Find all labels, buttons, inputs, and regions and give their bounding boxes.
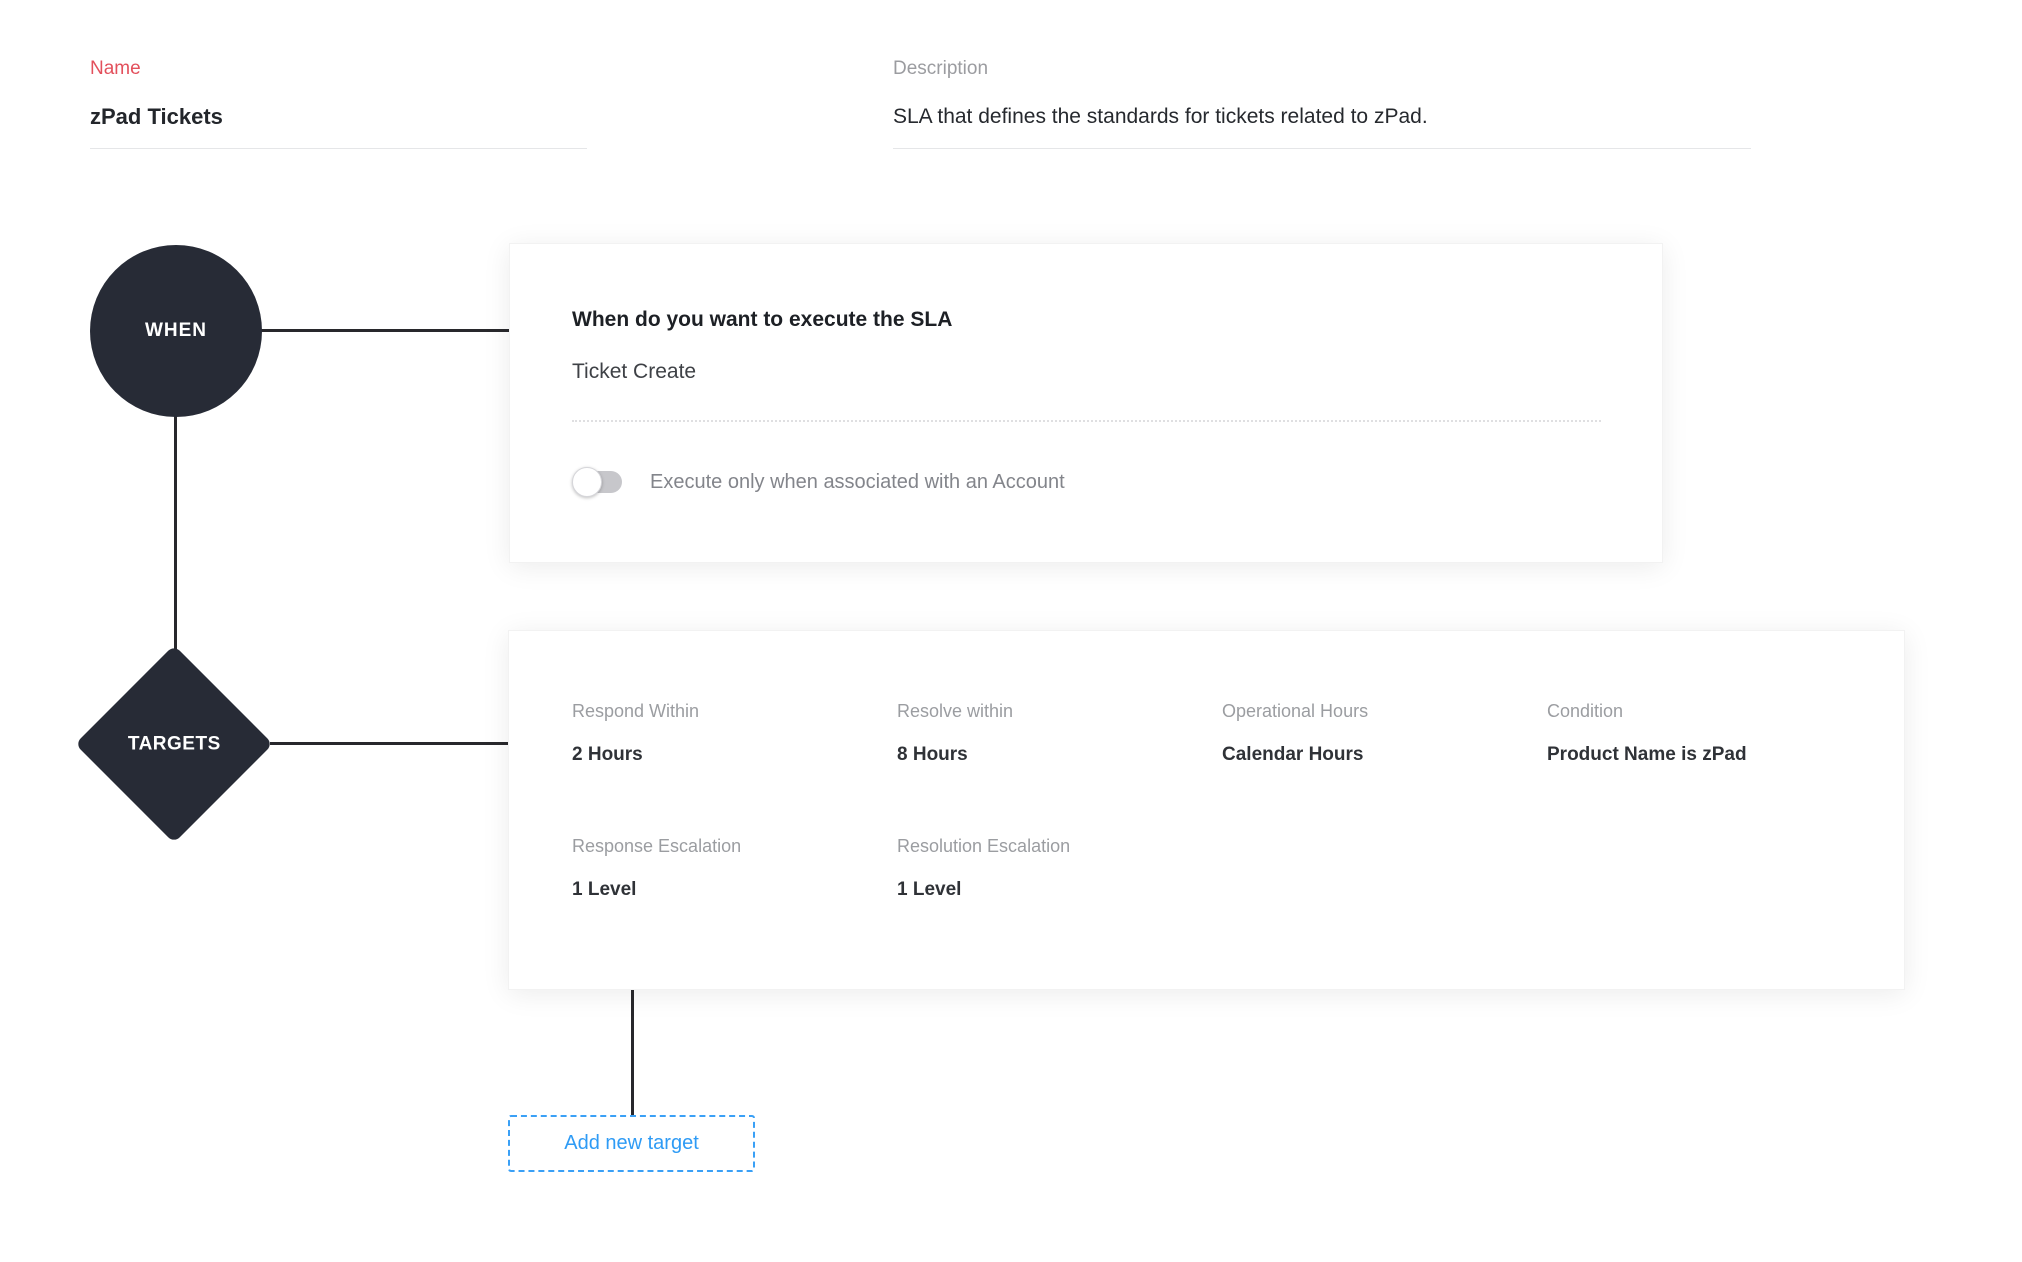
sla-description-input[interactable]: SLA that defines the standards for ticke…	[893, 104, 1751, 130]
target-field-condition: Condition Product Name is zPad	[1547, 701, 1864, 766]
sla-builder-page: Name zPad Tickets Description SLA that d…	[0, 0, 2022, 1262]
account-toggle-label: Execute only when associated with an Acc…	[650, 471, 1065, 494]
field-value: Calendar Hours	[1222, 744, 1547, 766]
field-label: Resolution Escalation	[897, 836, 1222, 857]
account-toggle-switch[interactable]	[572, 466, 624, 498]
sla-description-underline	[893, 148, 1751, 149]
sla-name-field: Name zPad Tickets	[90, 58, 587, 149]
target-field-resolve-within: Resolve within 8 Hours	[897, 701, 1222, 766]
connector-when-to-card	[260, 329, 509, 332]
field-value: 1 Level	[897, 879, 1222, 901]
target-field-response-escalation: Response Escalation 1 Level	[572, 836, 897, 901]
sla-description-label: Description	[893, 58, 1751, 80]
target-field-resolution-escalation: Resolution Escalation 1 Level	[897, 836, 1222, 901]
field-value: 8 Hours	[897, 744, 1222, 766]
target-field-operational-hours: Operational Hours Calendar Hours	[1222, 701, 1547, 766]
field-value: Product Name is zPad	[1547, 744, 1864, 766]
sla-name-underline	[90, 148, 587, 149]
field-label: Operational Hours	[1222, 701, 1547, 722]
sla-name-input[interactable]: zPad Tickets	[90, 104, 587, 130]
account-toggle-row: Execute only when associated with an Acc…	[572, 466, 1600, 498]
target-field-respond-within: Respond Within 2 Hours	[572, 701, 897, 766]
add-new-target-button[interactable]: Add new target	[508, 1115, 755, 1172]
target-fields-grid: Respond Within 2 Hours Resolve within 8 …	[572, 701, 1864, 901]
field-value: 2 Hours	[572, 744, 897, 766]
trigger-select[interactable]: Ticket Create	[572, 360, 1600, 384]
field-label: Condition	[1547, 701, 1864, 722]
field-label: Resolve within	[897, 701, 1222, 722]
connector-card-to-add-button	[631, 990, 634, 1116]
when-card: When do you want to execute the SLA Tick…	[509, 243, 1663, 563]
when-card-title: When do you want to execute the SLA	[572, 308, 1600, 332]
field-label: Response Escalation	[572, 836, 897, 857]
targets-node-diamond: TARGETS	[75, 645, 273, 843]
connector-when-to-targets	[174, 415, 177, 676]
dotted-divider	[572, 420, 1601, 422]
targets-node-label: TARGETS	[128, 733, 221, 755]
when-node-circle: WHEN	[90, 245, 262, 417]
target-summary-card[interactable]: Respond Within 2 Hours Resolve within 8 …	[508, 630, 1905, 990]
field-value: 1 Level	[572, 879, 897, 901]
sla-name-label: Name	[90, 58, 587, 80]
when-node-label: WHEN	[145, 320, 207, 342]
connector-targets-to-card	[270, 742, 508, 745]
toggle-knob-icon	[572, 467, 602, 497]
field-label: Respond Within	[572, 701, 897, 722]
sla-description-field: Description SLA that defines the standar…	[893, 58, 1751, 149]
add-new-target-label: Add new target	[564, 1132, 699, 1155]
